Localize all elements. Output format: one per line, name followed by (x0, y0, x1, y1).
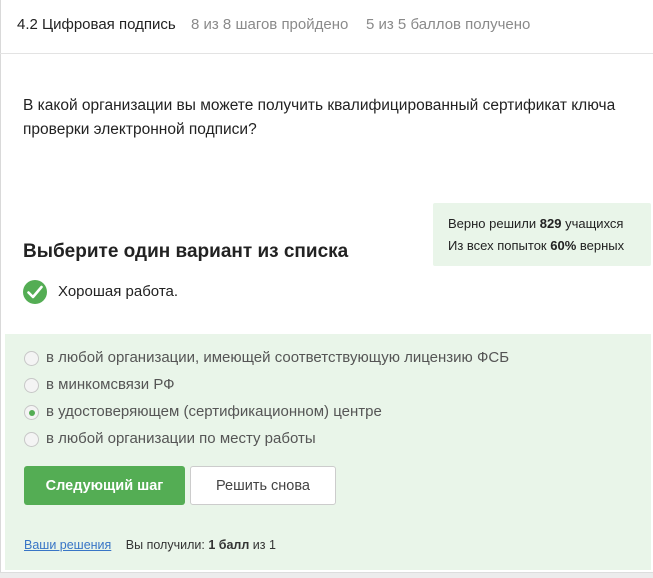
stats-solved-line: Верно решили 829 учащихся (448, 213, 651, 235)
steps-progress: 8 из 8 шагов пройдено (191, 16, 349, 33)
score-progress: 5 из 5 баллов получено (366, 16, 531, 33)
question-text: В какой организации вы можете получить к… (23, 97, 616, 138)
task-title: Выберите один вариант из списка (23, 241, 349, 262)
stats-correct-prefix: Из всех попыток (448, 238, 547, 253)
page-left-border (0, 0, 1, 578)
checkmark-circle-icon (23, 280, 47, 304)
next-step-button[interactable]: Следующий шаг (24, 466, 185, 505)
lesson-title[interactable]: 4.2 Цифровая подпись (17, 16, 176, 33)
stats-correct-line: Из всех попыток 60% верных (448, 235, 651, 257)
solve-again-button[interactable]: Решить снова (190, 466, 336, 505)
received-points: 1 балл (208, 538, 250, 552)
option-label: в любой организации по месту работы (46, 430, 316, 447)
stats-correct-percent: 60% (550, 238, 577, 253)
radio-button[interactable] (24, 378, 39, 393)
stats-correct-suffix: верных (579, 238, 625, 253)
option-label: в удостоверяющем (сертификационном) цент… (46, 403, 382, 420)
stats-solved-prefix: Верно решили (448, 216, 537, 231)
answers-panel: в любой организации, имеющей соответству… (5, 334, 651, 570)
lesson-header: 4.2 Цифровая подпись 8 из 8 шагов пройде… (0, 0, 653, 54)
stats-solved-count: 829 (539, 216, 562, 231)
radio-button[interactable] (24, 351, 39, 366)
feedback-text: Хорошая работа. (58, 283, 179, 300)
radio-button[interactable] (24, 405, 39, 420)
received-prefix: Вы получили: (125, 538, 205, 552)
bottom-divider (0, 572, 653, 578)
option-label: в минкомсвязи РФ (46, 376, 175, 393)
radio-button[interactable] (24, 432, 39, 447)
your-solutions-link[interactable]: Ваши решения (24, 538, 111, 552)
submission-footer: Ваши решения Вы получили: 1 балл из 1 (24, 538, 276, 552)
received-suffix: из 1 (252, 538, 276, 552)
option-label: в любой организации, имеющей соответству… (46, 349, 510, 366)
stats-panel: Верно решили 829 учащихся Из всех попыто… (433, 203, 651, 266)
stats-solved-suffix: учащихся (565, 216, 624, 231)
